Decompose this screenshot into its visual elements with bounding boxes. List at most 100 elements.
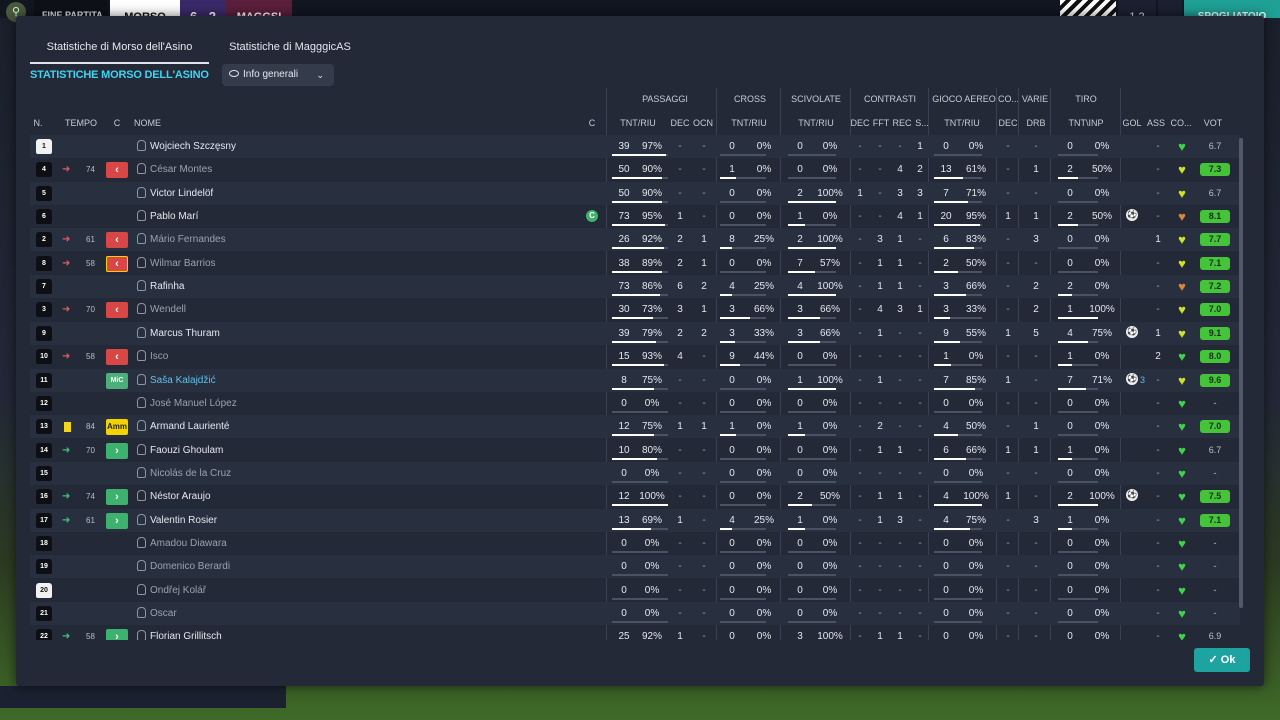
substituted-off-badge-icon[interactable]: ‹ [106, 302, 128, 319]
table-row[interactable]: 19 Domenico Berardi 0 0% - -0 0% 0 0% - - - -0 0% - -0 0… [30, 555, 1240, 579]
player-name[interactable]: Domenico Berardi [150, 555, 230, 578]
substituted-on-badge-icon[interactable]: › [106, 512, 128, 529]
column-header-pass_ocn[interactable]: OCN [692, 118, 714, 128]
column-header-gol[interactable]: GOL [1122, 118, 1142, 128]
table-row[interactable]: 11 MiC Saša Kalajdžić 8 75% - -0 0% 1 100% -1- -7 85… [30, 368, 1240, 392]
player-name[interactable]: Faouzi Ghoulam [150, 439, 223, 462]
table-row[interactable]: 17 ➜ 61 › Valentin Rosier 13 69% 1-4 25% 1 0% -1 3-4… [30, 508, 1240, 532]
column-header-cont_s[interactable]: S... [914, 118, 930, 128]
player-profile-icon[interactable] [137, 443, 146, 455]
player-name[interactable]: Victor Lindelöf [150, 182, 213, 205]
column-header-co[interactable]: CO... [1170, 118, 1192, 128]
substituted-off-badge-icon[interactable]: ‹ [106, 255, 128, 272]
table-row[interactable]: 14 ➜ 70 › Faouzi Ghoulam 10 80% - -0 0% 0 0% -1 1-6 66… [30, 439, 1240, 462]
table-row[interactable]: 9 Marcus Thuram 39 79% 2 2 3 33% 3 66% -1- -9 55% 1 5 4… [30, 321, 1240, 345]
table-row[interactable]: 2 ➜ 61 ‹ Mário Fernandes 26 92% 2 1 8 25% 2 100% -3 1-… [30, 228, 1240, 252]
player-profile-icon[interactable] [137, 420, 146, 432]
column-header-co_dec[interactable]: DEC [998, 118, 1018, 128]
substituted-off-badge-icon[interactable]: ‹ [106, 162, 128, 179]
column-header-cont_rec[interactable]: REC [892, 118, 912, 128]
table-row[interactable]: 20 Ondřej Kolář 0 0% - -0 0% 0 0% - - - -0 0% - -0 0% - ♥ - [30, 579, 1240, 602]
column-header-c[interactable]: C [110, 118, 124, 128]
tab-away-stats[interactable]: Statistiche di MagggicAS [220, 36, 360, 64]
player-name[interactable]: Pablo Marí [150, 205, 198, 228]
table-row[interactable]: 10 ➜ 58 ‹ Isco 15 93% 4-9 44% 0 0% - - - -1 0% - -1 0% 2 ♥ 8.… [30, 345, 1240, 368]
booked-badge[interactable]: Amm [106, 419, 128, 436]
player-name[interactable]: Wendell [150, 298, 186, 321]
table-row[interactable]: 16 ➜ 74 › Néstor Araujo 12 100% - -0 0% 2 50% -1 1-4 1… [30, 485, 1240, 508]
player-profile-icon[interactable] [137, 466, 146, 478]
player-profile-icon[interactable] [137, 256, 146, 268]
substituted-off-badge-icon[interactable]: ‹ [106, 232, 128, 249]
player-profile-icon[interactable] [137, 280, 146, 292]
player-name[interactable]: César Montes [150, 158, 212, 181]
player-profile-icon[interactable] [137, 163, 146, 175]
substituted-on-badge-icon[interactable]: › [106, 629, 128, 640]
player-profile-icon[interactable] [137, 560, 146, 572]
column-header-cont_fft[interactable]: FFT [872, 118, 890, 128]
player-profile-icon[interactable] [137, 513, 146, 525]
column-header-pass_dec[interactable]: DEC [670, 118, 690, 128]
player-name[interactable]: Ondřej Kolář [150, 579, 206, 602]
player-profile-icon[interactable] [137, 210, 146, 222]
column-header-aer_tr[interactable]: TNT/RIU [932, 118, 992, 128]
column-header-cont_dec[interactable]: DEC [850, 118, 870, 128]
table-row[interactable]: 13 84 Amm Armand Laurienté 12 75% 1 1 1 0% 1 0% -2- -… [30, 415, 1240, 439]
table-row[interactable]: 1 Wojciech Szczęsny 39 97% - -0 0% 0 0% - - -1 0 0% - -… [30, 135, 1240, 158]
player-profile-icon[interactable] [137, 373, 146, 385]
table-row[interactable]: 18 Amadou Diawara 0 0% - -0 0% 0 0% - - - -0 0% - -0 0% -… [30, 532, 1240, 555]
column-header-vot[interactable]: VOT [1198, 118, 1228, 128]
substituted-on-badge-icon[interactable]: › [106, 442, 128, 459]
table-row[interactable]: 21 Oscar 0 0% - -0 0% 0 0% - - - -0 0% - -0 0% - ♥ - [30, 602, 1240, 625]
column-header-varie_drb[interactable]: DRB [1024, 118, 1048, 128]
player-profile-icon[interactable] [137, 630, 146, 640]
column-header-n[interactable]: N. [30, 118, 46, 128]
player-profile-icon[interactable] [137, 607, 146, 618]
substituted-on-badge-icon[interactable]: › [106, 489, 128, 506]
player-profile-icon[interactable] [137, 140, 146, 151]
player-name[interactable]: Oscar [150, 602, 177, 625]
table-row[interactable]: 6 Pablo Marí C 73 95% 1-0 0% 1 0% - -4 1 20 95% 1 1 2 50%… [30, 205, 1240, 228]
man-of-match-badge[interactable]: MiC [106, 372, 128, 389]
player-name[interactable]: Florian Grillitsch [150, 625, 222, 640]
scrollbar[interactable] [1239, 138, 1243, 608]
player-profile-icon[interactable] [137, 326, 146, 338]
player-profile-icon[interactable] [137, 396, 146, 408]
column-header-pass_tr[interactable]: TNT/RIU [612, 118, 664, 128]
table-row[interactable]: 12 José Manuel López 0 0% - -0 0% 0 0% - - - -0 0% - -0… [30, 392, 1240, 415]
column-header-ass[interactable]: ASS [1146, 118, 1166, 128]
table-row[interactable]: 5 Victor Lindelöf 50 90% - -0 0% 2 100% 1-3 3 7 71% -… [30, 181, 1240, 205]
player-profile-icon[interactable] [137, 490, 146, 502]
table-row[interactable]: 3 ➜ 70 ‹ Wendell 30 73% 3 1 3 66% 3 66% -4 3 1 3 33% -2 1 10… [30, 298, 1240, 321]
column-header-nome[interactable]: NOME [134, 118, 194, 128]
table-row[interactable]: 22 ➜ 58 › Florian Grillitsch 25 92% 1-0 0% 3 100% -… [30, 625, 1240, 640]
table-row[interactable]: 15 Nicolás de la Cruz 0 0% - -0 0% 0 0% - - - -0 0% - -… [30, 461, 1240, 485]
player-name[interactable]: Valentin Rosier [150, 509, 217, 532]
player-profile-icon[interactable] [137, 186, 146, 198]
player-profile-icon[interactable] [137, 350, 146, 362]
tab-home-stats[interactable]: Statistiche di Morso dell'Asino [30, 36, 209, 64]
player-name[interactable]: Isco [150, 345, 168, 368]
player-name[interactable]: Nicolás de la Cruz [150, 462, 231, 485]
table-row[interactable]: 8 ➜ 58 ‹ Wilmar Barrios 38 89% 2 1 0 0% 7 57% -1 1-2 50… [30, 252, 1240, 275]
player-name[interactable]: Armand Laurienté [150, 415, 230, 438]
table-row[interactable]: 4 ➜ 74 ‹ César Montes 50 90% - -1 0% 0 0% - -4 2 13 61% -… [30, 158, 1240, 181]
table-row[interactable]: 7 Rafinha 73 86% 6 2 4 25% 4 100% -1 1-3 66% -2 2 0% - ♥ 7… [30, 275, 1240, 299]
player-profile-icon[interactable] [137, 233, 146, 245]
player-profile-icon[interactable] [137, 303, 146, 315]
player-name[interactable]: Amadou Diawara [150, 532, 227, 555]
ok-button[interactable]: ✓ Ok [1194, 648, 1250, 672]
column-header-tiro_tr[interactable]: TNT\INP [1056, 118, 1116, 128]
view-dropdown[interactable]: Info generali ⌄ [222, 64, 334, 86]
column-header-tempo[interactable]: TEMPO [60, 118, 102, 128]
player-profile-icon[interactable] [137, 536, 146, 548]
player-profile-icon[interactable] [137, 583, 146, 595]
player-name[interactable]: Mário Fernandes [150, 228, 226, 251]
player-name[interactable]: Marcus Thuram [150, 322, 220, 345]
player-name[interactable]: Rafinha [150, 275, 184, 298]
player-name[interactable]: Néstor Araujo [150, 485, 211, 508]
substituted-off-badge-icon[interactable]: ‹ [106, 349, 128, 366]
player-name[interactable]: Wilmar Barrios [150, 252, 216, 275]
column-header-sciv_tr[interactable]: TNT/RIU [786, 118, 846, 128]
player-name[interactable]: Saša Kalajdžić [150, 369, 216, 392]
